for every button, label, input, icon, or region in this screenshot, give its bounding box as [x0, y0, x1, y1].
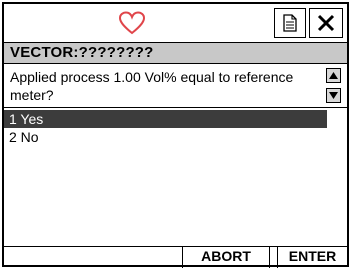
- close-button[interactable]: [309, 8, 343, 38]
- title-bar: VECTOR:????????: [4, 42, 347, 64]
- top-bar: [4, 4, 347, 42]
- option-yes[interactable]: 1 Yes: [4, 110, 327, 128]
- bottom-bar: ABORT ENTER: [4, 246, 347, 268]
- option-list: 1 Yes 2 No: [4, 110, 347, 146]
- enter-button[interactable]: ENTER: [277, 246, 347, 268]
- heart-icon: [118, 11, 146, 35]
- prompt-text: Applied process 1.00 Vol% equal to refer…: [10, 69, 294, 103]
- scroll-down-button[interactable]: [326, 88, 341, 103]
- document-button[interactable]: [274, 8, 306, 38]
- abort-button[interactable]: ABORT: [182, 246, 270, 268]
- prompt-area: Applied process 1.00 Vol% equal to refer…: [4, 64, 347, 108]
- dialog-frame: VECTOR:???????? Applied process 1.00 Vol…: [2, 2, 349, 268]
- option-no[interactable]: 2 No: [4, 128, 347, 146]
- page-title: VECTOR:????????: [10, 44, 154, 61]
- scroll-up-button[interactable]: [326, 68, 341, 83]
